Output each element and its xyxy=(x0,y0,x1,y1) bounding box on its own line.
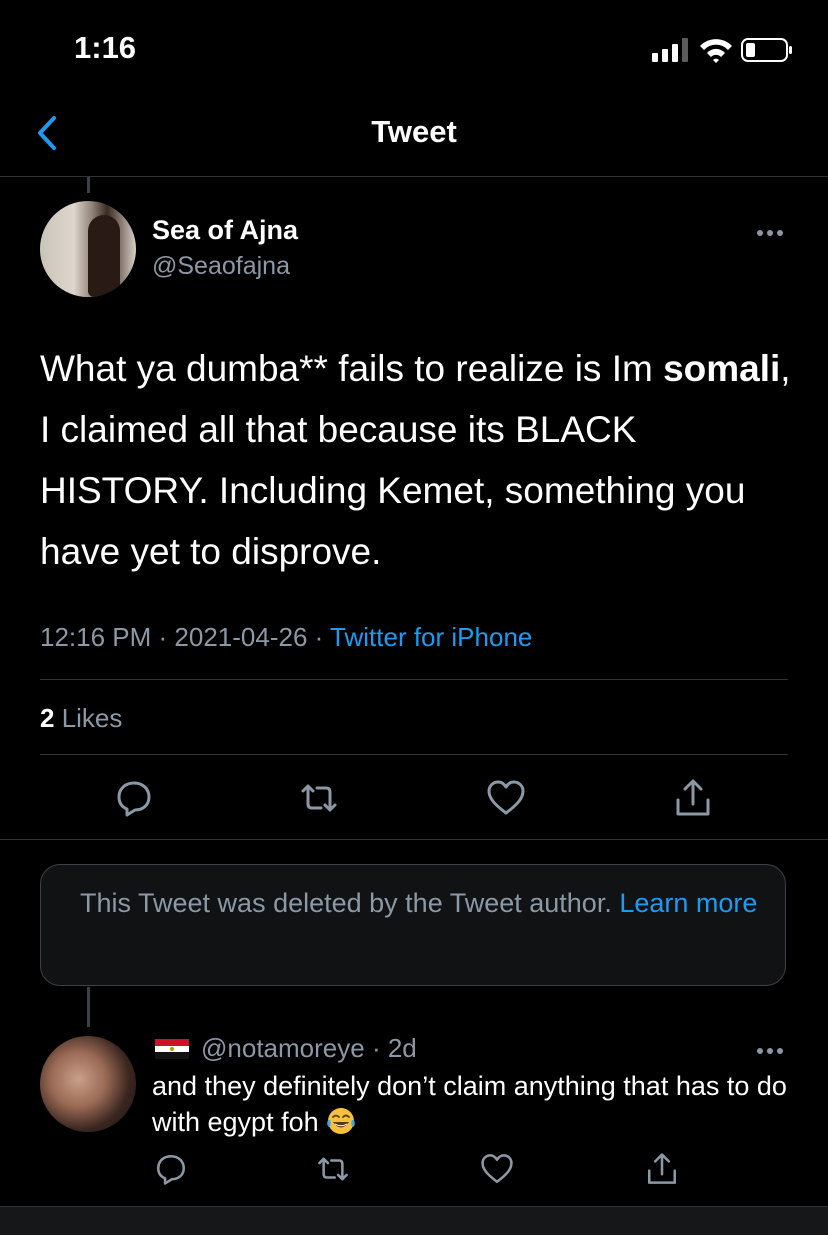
divider xyxy=(40,754,788,755)
likes-number: 2 xyxy=(40,703,55,733)
author-name[interactable]: Sea of Ajna xyxy=(152,215,298,246)
deleted-tweet-notice xyxy=(40,864,786,986)
reply-text-content: and they definitely don’t claim anything… xyxy=(152,1071,787,1137)
author-handle[interactable]: @Seaofajna xyxy=(152,252,290,281)
reply-icon[interactable] xyxy=(154,1152,188,1186)
share-icon[interactable] xyxy=(645,1152,679,1186)
more-options-icon[interactable] xyxy=(752,1042,788,1060)
learn-more-link[interactable]: Learn more xyxy=(619,888,757,918)
tweet-text-part1: What ya dumba** fails to realize is Im xyxy=(40,348,664,389)
likes-count[interactable]: 2 Likes xyxy=(40,703,122,734)
tweet-time: 12:16 PM xyxy=(40,622,152,652)
reply-text: and they definitely don’t claim anything… xyxy=(152,1068,792,1140)
laughing-tears-emoji-icon xyxy=(327,1108,355,1134)
divider xyxy=(0,839,828,840)
share-icon[interactable] xyxy=(673,778,713,818)
reply-author-handle[interactable]: @notamoreye · 2d xyxy=(201,1033,417,1064)
like-heart-icon[interactable] xyxy=(486,778,526,818)
tweet-meta: 12:16 PM · 2021-04-26 · Twitter for iPho… xyxy=(40,622,533,652)
bottom-bar xyxy=(0,1207,828,1235)
tweet-text: What ya dumba** fails to realize is Im s… xyxy=(40,338,800,582)
tweet-text-bold: somali xyxy=(663,348,781,389)
thread-connector xyxy=(87,987,90,1027)
egypt-flag-icon xyxy=(155,1039,189,1059)
like-heart-icon[interactable] xyxy=(480,1152,514,1186)
reply-handle: @notamoreye xyxy=(201,1033,365,1063)
cellular-signal-icon xyxy=(652,38,688,62)
nav-divider xyxy=(0,176,828,177)
reply-age: · 2d xyxy=(371,1033,417,1063)
divider xyxy=(40,679,788,680)
thread-connector xyxy=(87,177,90,193)
retweet-icon[interactable] xyxy=(316,1152,350,1186)
wifi-icon xyxy=(700,39,732,63)
likes-label: Likes xyxy=(54,703,123,733)
tweet-date: 2021-04-26 xyxy=(174,622,308,652)
battery-icon xyxy=(741,38,792,62)
page-title: Tweet xyxy=(371,114,457,149)
deleted-tweet-text: This Tweet was deleted by the Tweet auth… xyxy=(80,886,760,921)
retweet-icon[interactable] xyxy=(299,778,339,818)
author-avatar[interactable] xyxy=(40,201,136,297)
status-time: 1:16 xyxy=(74,30,137,65)
tweet-source-link[interactable]: Twitter for iPhone xyxy=(330,622,532,652)
reply-author-avatar[interactable] xyxy=(40,1036,136,1132)
deleted-message: This Tweet was deleted by the Tweet auth… xyxy=(80,888,620,918)
more-options-icon[interactable] xyxy=(752,224,788,242)
reply-icon[interactable] xyxy=(114,778,154,818)
